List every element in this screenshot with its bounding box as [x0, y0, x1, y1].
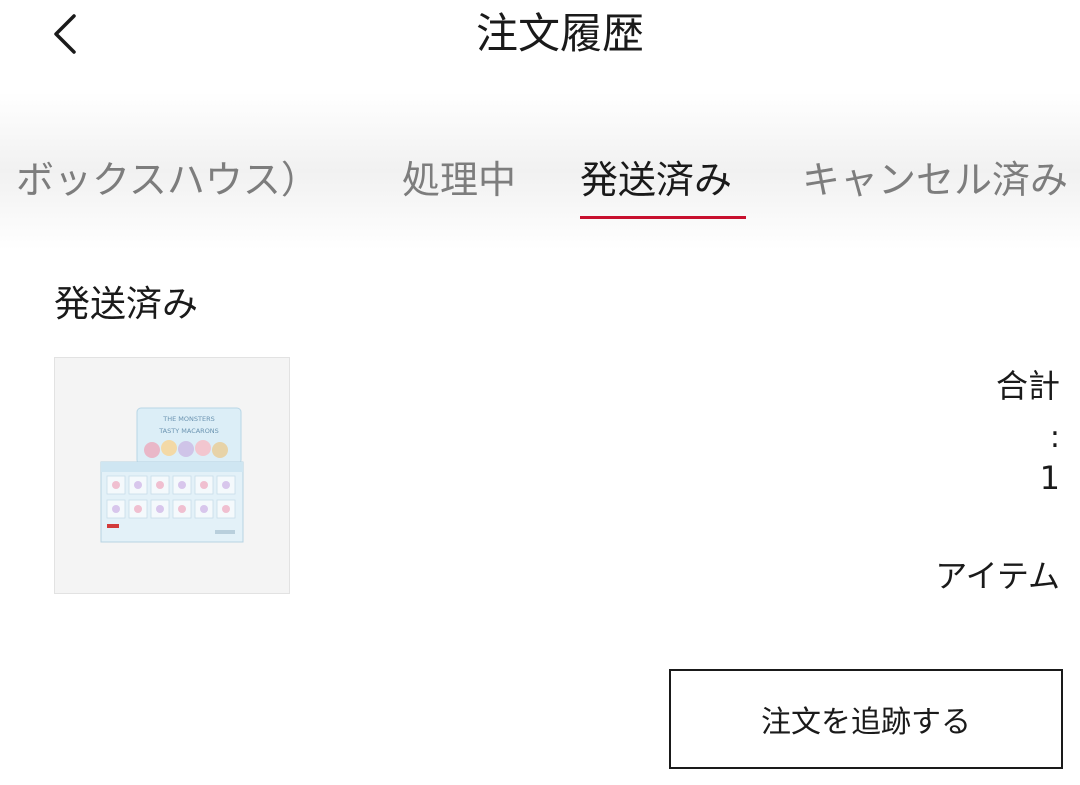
- active-tab-indicator: [580, 216, 746, 219]
- top-app-bar: 注文履歴: [0, 0, 1080, 90]
- order-status-tabs: ボックスハウス） 処理中 発送済み キャンセル済み: [0, 92, 1080, 250]
- page-title: 注文履歴: [475, 9, 644, 58]
- total-unit-label: アイテム: [935, 557, 1060, 595]
- box-caption-2: TASTY MACARONS: [158, 427, 219, 435]
- order-item-thumbnail[interactable]: THE MONSTERS TASTY MACARONS: [54, 357, 290, 594]
- total-label: 合計: [995, 367, 1060, 405]
- tab-box-house[interactable]: ボックスハウス）: [16, 152, 319, 208]
- tab-processing[interactable]: 処理中: [402, 152, 516, 208]
- tab-shipped[interactable]: 発送済み: [580, 152, 732, 208]
- box-caption-1: THE MONSTERS: [162, 415, 214, 423]
- track-order-button[interactable]: 注文を追跡する: [669, 669, 1063, 769]
- order-status-heading: 発送済み: [54, 284, 199, 325]
- tab-cancelled[interactable]: キャンセル済み: [802, 152, 1068, 208]
- total-colon: :: [1049, 420, 1060, 455]
- total-item-count: 1: [1039, 459, 1060, 497]
- product-box-image: THE MONSTERS TASTY MACARONS: [100, 407, 244, 543]
